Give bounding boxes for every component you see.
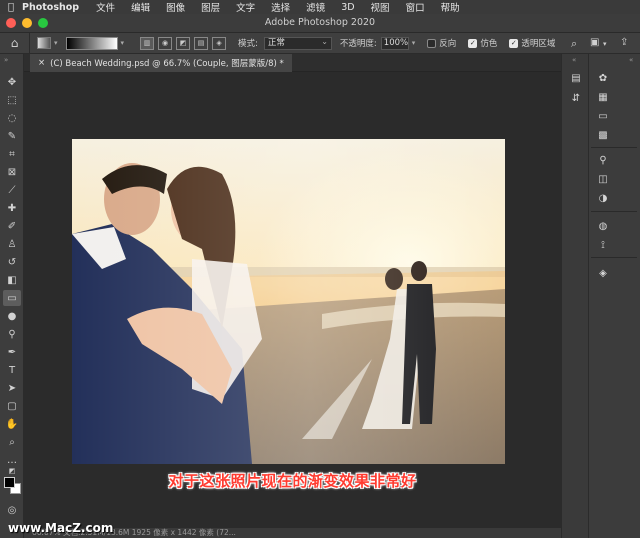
frame-tool-icon[interactable]: ⊠ [3,164,21,180]
diamond-gradient-button[interactable]: ◈ [212,36,227,50]
dodge-tool-icon[interactable]: ⚲ [3,326,21,342]
menu-file[interactable]: 文件 [96,0,115,14]
chevron-down-icon[interactable]: ▾ [121,39,125,47]
dither-label: 仿色 [480,39,498,49]
panel-divider [591,147,637,148]
document-tab-bar: × (C) Beach Wedding.psd @ 66.7% (Couple,… [24,54,561,72]
menu-image[interactable]: 图像 [166,0,185,14]
history-panel-icon[interactable]: ▤ [566,70,586,86]
patterns-panel-icon[interactable]: ▩ [593,127,613,143]
paths-panel-icon[interactable]: ⟟ [593,237,613,253]
collapse-icon[interactable]: » [4,56,8,64]
chevron-down-icon[interactable]: ▾ [603,40,607,48]
menu-layer[interactable]: 图层 [201,0,220,14]
eyedropper-tool-icon[interactable]: ⟋ [3,182,21,198]
path-selection-tool-icon[interactable]: ➤ [3,380,21,396]
menu-select[interactable]: 选择 [271,0,290,14]
pen-tool-icon[interactable]: ✒ [3,344,21,360]
share-icon[interactable]: ⇪ [620,37,628,48]
dither-checkbox[interactable]: ✓ 仿色 [468,37,497,49]
foreground-color-swatch[interactable] [4,477,15,488]
transparency-checkbox[interactable]: ✓ 透明区域 [509,37,555,49]
marquee-tool-icon[interactable]: ⬚ [3,92,21,108]
menu-type[interactable]: 文字 [236,0,255,14]
clone-stamp-tool-icon[interactable]: ♙ [3,236,21,252]
macos-menu-bar:  Photoshop 文件 编辑 图像 图层 文字 选择 滤镜 3D 视图 窗… [0,0,640,14]
collapse-icon[interactable]: « [572,56,576,64]
menu-window[interactable]: 窗口 [406,0,425,14]
angle-gradient-button[interactable]: ◩ [176,36,191,50]
menu-edit[interactable]: 编辑 [131,0,150,14]
gradient-editor-swatch[interactable] [65,36,118,50]
search-icon[interactable]: ⌕ [571,37,577,51]
transparency-label: 透明区域 [521,39,556,49]
quick-mask-icon[interactable]: ◎ [3,502,21,518]
photo-illustration [72,139,505,464]
video-subtitle: 对于这张照片现在的渐变效果非常好 [168,472,417,490]
panel-divider [591,257,637,258]
panel-divider [591,211,637,212]
radial-gradient-button[interactable]: ◉ [158,36,173,50]
lasso-tool-icon[interactable]: ◌ [3,110,21,126]
chevron-down-icon[interactable]: ▾ [54,39,58,47]
tools-panel: » ✥ ⬚ ◌ ✎ ⌗ ⊠ ⟋ ✚ ✐ ♙ ↺ ◧ ▭ ● ⚲ ✒ T ➤ ▢ … [0,54,24,538]
reflected-gradient-button[interactable]: ▤ [194,36,209,50]
reverse-label: 反向 [439,39,457,49]
gradient-tool-icon[interactable]: ▭ [3,290,21,306]
hand-tool-icon[interactable]: ✋ [3,416,21,432]
gradients-panel-icon[interactable]: ▭ [593,108,613,124]
checkmark-icon[interactable]: ✓ [468,38,478,48]
layers-panel-icon[interactable]: ◈ [593,265,613,281]
move-tool-icon[interactable]: ✥ [3,74,21,90]
rectangle-tool-icon[interactable]: ▢ [3,398,21,414]
checkmark-icon[interactable]: ✓ [509,38,519,48]
menu-3d[interactable]: 3D [341,2,354,13]
menu-filter[interactable]: 滤镜 [306,0,325,14]
menu-help[interactable]: 帮助 [441,0,460,14]
healing-brush-tool-icon[interactable]: ✚ [3,200,21,216]
window-title: Adobe Photoshop 2020 [264,17,376,28]
crop-tool-icon[interactable]: ⌗ [3,146,21,162]
canvas-area[interactable] [24,72,561,528]
tool-preset-picker[interactable] [37,37,51,49]
reverse-checkbox[interactable]: 反向 [427,37,456,49]
window-title-bar: Adobe Photoshop 2020 [0,14,640,33]
panel-dock-collapsed: « ▤ ⇵ [561,54,589,538]
menu-photoshop[interactable]: Photoshop [22,2,79,13]
adjustments-panel-icon[interactable]: ◑ [593,190,613,206]
channels-panel-icon[interactable]: ◍ [593,218,613,234]
checkbox-box[interactable] [427,38,437,48]
document-tab[interactable]: × (C) Beach Wedding.psd @ 66.7% (Couple,… [30,54,292,72]
tool-options-bar: ⌂ ▾ ▾ ▥ ◉ ◩ ▤ ◈ 模式: 正常 不透明度: 100% ▾ 反向 ✓… [0,32,640,54]
chevron-down-icon[interactable]: ▾ [412,39,416,47]
libraries-panel-icon[interactable]: ◫ [593,171,613,187]
home-icon[interactable]: ⌂ [0,32,30,54]
mode-label: 模式: [238,39,258,49]
blur-tool-icon[interactable]: ● [3,308,21,324]
apple-menu-icon[interactable]:  [0,2,22,13]
site-watermark: www.MacZ.com [8,521,114,535]
document-tab-title: (C) Beach Wedding.psd @ 66.7% (Couple, 图… [50,59,284,69]
workspace-icon[interactable]: ▣ [590,37,599,48]
eraser-tool-icon[interactable]: ◧ [3,272,21,288]
type-tool-icon[interactable]: T [3,362,21,378]
collapse-icon[interactable]: « [629,56,633,64]
learn-panel-icon[interactable]: ⚲ [593,152,613,168]
swatches-panel-icon[interactable]: ▦ [593,89,613,105]
close-tab-icon[interactable]: × [38,58,45,68]
blend-mode-select[interactable]: 正常 [263,36,332,50]
opacity-input[interactable]: 100% [380,36,409,50]
brush-tool-icon[interactable]: ✐ [3,218,21,234]
linear-gradient-button[interactable]: ▥ [140,36,155,50]
color-panel-icon[interactable]: ✿ [593,70,613,86]
properties-panel-icon[interactable]: ⇵ [566,90,586,106]
beach-wedding-photo[interactable] [72,139,505,464]
history-brush-tool-icon[interactable]: ↺ [3,254,21,270]
menu-view[interactable]: 视图 [371,0,390,14]
zoom-tool-icon[interactable]: ⌕ [3,434,21,450]
default-colors-icon[interactable]: ◩ [3,466,21,476]
panel-dock: « ✿ ▦ ▭ ▩ ⚲ ◫ ◑ ◍ ⟟ ◈ [588,54,640,538]
opacity-label: 不透明度: [339,39,377,49]
quick-selection-tool-icon[interactable]: ✎ [3,128,21,144]
